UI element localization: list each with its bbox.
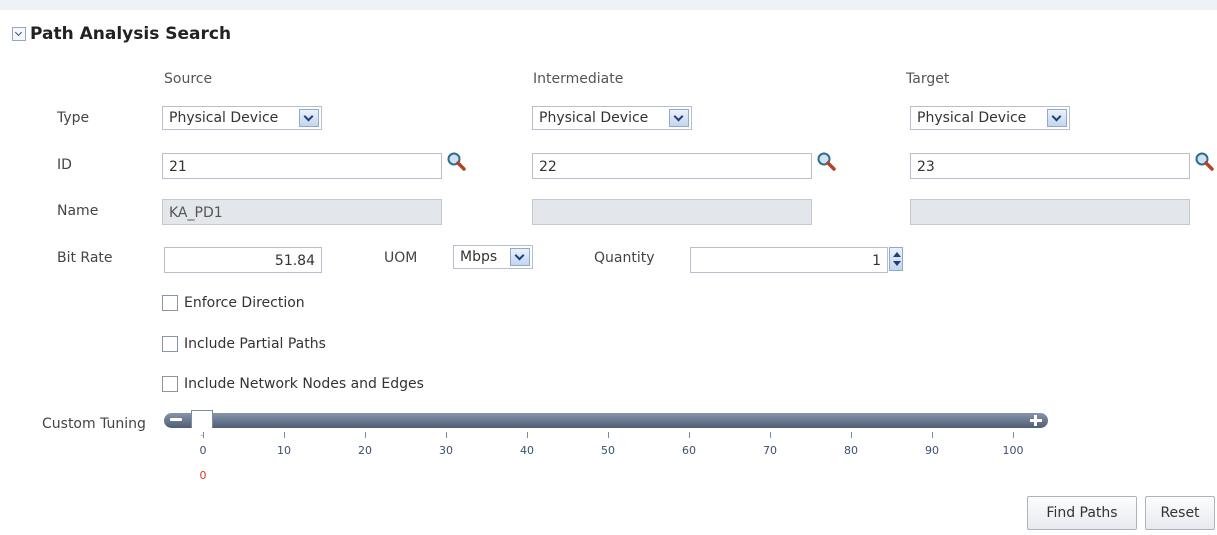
- section-title: Path Analysis Search: [30, 24, 232, 44]
- uom-value: Mbps: [460, 249, 498, 265]
- chevron-down-icon[interactable]: [510, 248, 530, 266]
- slider-increase-icon-vertical: [1034, 415, 1037, 426]
- slider-tick-label: 90: [925, 444, 939, 457]
- slider-tick-label: 20: [358, 444, 372, 457]
- include-partial-paths-label: Include Partial Paths: [184, 336, 326, 352]
- section-header[interactable]: Path Analysis Search: [12, 24, 231, 44]
- include-partial-paths-checkbox[interactable]: [162, 336, 178, 352]
- stepper-up-icon[interactable]: [893, 252, 901, 257]
- intermediate-id-search-icon[interactable]: [816, 151, 838, 173]
- slider-tick: [203, 432, 204, 438]
- slider-tick-label: 100: [1002, 444, 1024, 457]
- intermediate-type-select[interactable]: Physical Device: [532, 106, 692, 130]
- source-type-select[interactable]: Physical Device: [162, 106, 322, 130]
- slider-tick: [851, 432, 852, 438]
- slider-tick-label: 70: [763, 444, 777, 457]
- slider-tick-label: 60: [682, 444, 696, 457]
- target-id-search-icon[interactable]: [1194, 151, 1216, 173]
- uom-select[interactable]: Mbps: [453, 245, 533, 269]
- slider-tick: [446, 432, 447, 438]
- name-label: Name: [57, 203, 99, 219]
- quantity-stepper[interactable]: [889, 247, 903, 271]
- intermediate-type-value: Physical Device: [539, 110, 649, 126]
- id-label: ID: [57, 157, 72, 173]
- intermediate-name-field: [532, 199, 812, 225]
- intermediate-id-field[interactable]: 22: [532, 153, 812, 179]
- slider-decrease-icon[interactable]: [170, 418, 182, 421]
- slider-tick: [770, 432, 771, 438]
- slider-tick: [527, 432, 528, 438]
- target-name-field: [910, 199, 1190, 225]
- target-type-select[interactable]: Physical Device: [910, 106, 1070, 130]
- column-header-source: Source: [164, 71, 213, 87]
- slider-tick-label: 50: [601, 444, 615, 457]
- source-id-search-icon[interactable]: [446, 151, 468, 173]
- quantity-field[interactable]: 1: [690, 247, 888, 273]
- chevron-down-icon[interactable]: [669, 109, 689, 127]
- quantity-label: Quantity: [594, 250, 655, 266]
- source-name-field: KA_PD1: [162, 199, 442, 225]
- slider-tick-label: 40: [520, 444, 534, 457]
- slider-tick: [608, 432, 609, 438]
- custom-tuning-label: Custom Tuning: [42, 416, 146, 432]
- target-id-field[interactable]: 23: [910, 153, 1190, 179]
- stepper-down-icon[interactable]: [893, 261, 901, 266]
- slider-thumb[interactable]: [191, 410, 213, 436]
- slider-tick: [365, 432, 366, 438]
- slider-tick: [932, 432, 933, 438]
- slider-tick: [284, 432, 285, 438]
- chevron-down-icon[interactable]: [1047, 109, 1067, 127]
- chevron-down-icon[interactable]: [299, 109, 319, 127]
- target-type-value: Physical Device: [917, 110, 1027, 126]
- uom-label: UOM: [384, 250, 418, 266]
- column-header-target: Target: [906, 71, 950, 87]
- collapse-icon[interactable]: [12, 27, 26, 41]
- slider-current-value: 0: [199, 469, 207, 482]
- column-header-intermediate: Intermediate: [533, 71, 624, 87]
- type-label: Type: [57, 110, 90, 126]
- source-type-value: Physical Device: [169, 110, 279, 126]
- include-network-nodes-label: Include Network Nodes and Edges: [184, 376, 424, 392]
- custom-tuning-slider[interactable]: [164, 413, 1048, 428]
- slider-tick-label: 10: [277, 444, 291, 457]
- bit-rate-field[interactable]: 51.84: [164, 247, 322, 273]
- bit-rate-label: Bit Rate: [57, 250, 113, 266]
- enforce-direction-checkbox[interactable]: [162, 295, 178, 311]
- slider-tick-label: 80: [844, 444, 858, 457]
- slider-tick: [689, 432, 690, 438]
- source-id-field[interactable]: 21: [162, 153, 442, 179]
- reset-button[interactable]: Reset: [1145, 496, 1215, 530]
- enforce-direction-label: Enforce Direction: [184, 295, 305, 311]
- top-edge-bar: [0, 0, 1217, 10]
- slider-tick-label: 0: [199, 444, 207, 457]
- slider-tick-label: 30: [439, 444, 453, 457]
- find-paths-button[interactable]: Find Paths: [1027, 496, 1137, 530]
- include-network-nodes-checkbox[interactable]: [162, 376, 178, 392]
- slider-tick: [1013, 432, 1014, 438]
